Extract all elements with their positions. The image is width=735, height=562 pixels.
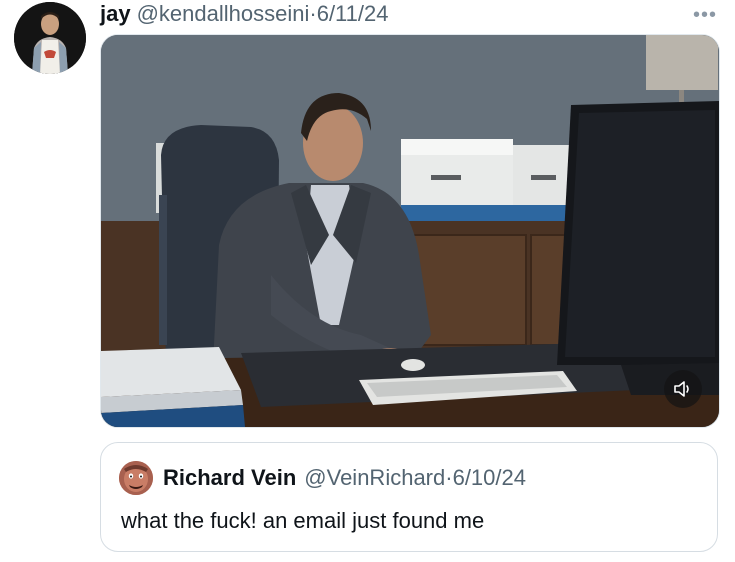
quoted-post-text: what the fuck! an email just found me — [121, 508, 485, 533]
video-player[interactable] — [100, 34, 720, 428]
quoted-avatar-photo — [119, 461, 153, 495]
quoted-author-handle[interactable]: @VeinRichard — [304, 465, 445, 491]
quoted-post-date[interactable]: 6/10/24 — [453, 465, 526, 491]
meta-separator: · — [309, 1, 317, 26]
quoted-post[interactable]: Richard Vein @VeinRichard · 6/10/24 what… — [100, 442, 718, 552]
avatar-photo — [14, 2, 86, 74]
post-header: jay @kendallhosseini · 6/11/24 — [100, 0, 388, 28]
quoted-meta-separator: · — [445, 465, 453, 490]
video-frame — [101, 35, 719, 427]
speaker-volume-icon — [674, 381, 689, 397]
volume-button[interactable] — [664, 370, 702, 408]
quoted-author-avatar[interactable] — [119, 461, 153, 495]
quoted-author-name[interactable]: Richard Vein — [163, 465, 296, 491]
author-handle[interactable]: @kendallhosseini — [137, 1, 310, 27]
author-avatar[interactable] — [14, 2, 86, 74]
quoted-post-header: Richard Vein @VeinRichard · 6/10/24 — [163, 465, 526, 491]
post-date[interactable]: 6/11/24 — [317, 1, 389, 27]
author-name[interactable]: jay — [100, 1, 131, 27]
more-options-icon[interactable]: ••• — [693, 4, 717, 27]
